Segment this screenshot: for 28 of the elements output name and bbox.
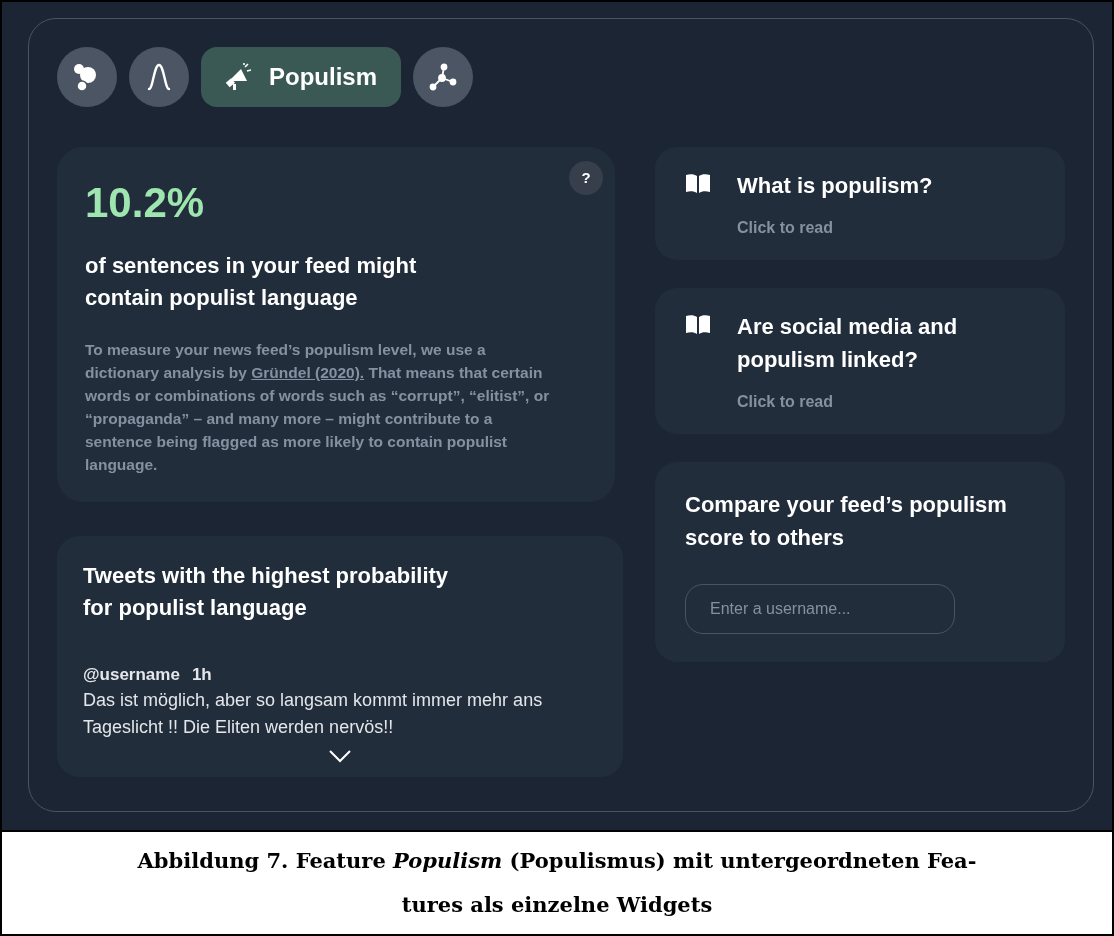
book-icon [685, 173, 711, 195]
article-title: Are social media and populism linked? [737, 313, 959, 374]
figure-caption: Abbildung 7. Feature Populism (Populismus) mit untergeordneten Fea- tures als einzelne Widgets [137, 847, 977, 919]
tweets-title: Tweets with the highest probability for populist language [83, 561, 450, 622]
bell-curve-icon [147, 63, 171, 91]
article-card[interactable]: Are social media and populism linked? Click to read [655, 288, 1065, 434]
method-description: To measure your news feed’s populism level, we use a dictionary analysis by Gründel (2020). That means that certain words or combinations of words such as “corrupt”, “elitist”, or “propaganda” – and many more – might contribute to a sentence being flagged as more likely to contain populist language. [85, 339, 551, 475]
megaphone-icon [225, 63, 253, 91]
tab[interactable] [413, 47, 473, 107]
tab[interactable] [129, 47, 189, 107]
tab[interactable]: Populism [201, 47, 401, 107]
article-title: What is populism? [737, 172, 933, 200]
compare-title: Compare your feed’s populism score to others [685, 491, 1008, 552]
help-button[interactable]: ? [569, 161, 603, 195]
tweet-text: Das ist möglich, aber so langsam kommt immer mehr ans Tageslicht !! Die Eliten werden nervös!! [83, 689, 544, 739]
tweet-time: 1h [191, 663, 212, 686]
click-to-read-link[interactable]: Click to read [737, 216, 933, 240]
tweet-username: @username [83, 663, 180, 686]
username-field[interactable]: Enter a username... [685, 584, 955, 634]
tab[interactable] [57, 47, 117, 107]
citation-link[interactable]: Gründel (2020). [251, 363, 365, 381]
network-icon [429, 63, 457, 91]
click-to-read-link[interactable]: Click to read [737, 390, 1045, 414]
score-headline: of sentences in your feed might contain populist language [85, 251, 418, 312]
book-icon [685, 314, 711, 336]
chevron-down-icon[interactable] [328, 749, 352, 763]
article-card[interactable]: What is populism? Click to read [655, 147, 1065, 260]
populism-percentage: 10.2% [85, 178, 206, 228]
